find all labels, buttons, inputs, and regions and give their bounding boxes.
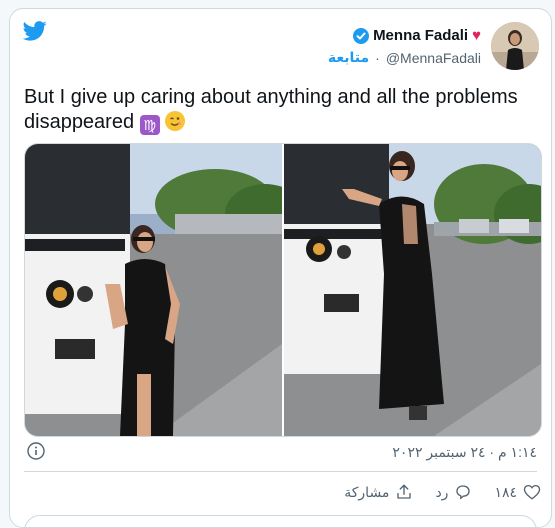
tweet-embed-card: Menna Fadali ♥ متابعة · @MennaFadali But… [9, 8, 552, 528]
avatar[interactable] [491, 22, 539, 70]
reply-bubble-icon [456, 485, 471, 500]
winking-face-emoji-icon [165, 111, 186, 131]
author-display-name: Menna Fadali [373, 27, 469, 44]
reply-button[interactable]: رد [435, 483, 472, 501]
author-handle[interactable]: @MennaFadali [386, 50, 481, 66]
virgo-emoji-icon: ♍ [139, 115, 160, 135]
tweet-actions: ١٨٤ رد مشاركة [344, 483, 541, 501]
share-upload-icon [397, 484, 412, 499]
share-button[interactable]: مشاركة [344, 483, 413, 501]
heart-outline-icon [523, 484, 541, 500]
info-icon[interactable] [27, 442, 45, 460]
follow-button[interactable]: متابعة [328, 49, 369, 66]
tweet-timestamp[interactable]: ١:١٤ م · ٢٤ سبتمبر ٢٠٢٢ [392, 444, 537, 461]
heart-emoji-icon: ♥ [472, 27, 481, 44]
like-count: ١٨٤ [494, 483, 517, 500]
tweet-media[interactable] [24, 143, 542, 437]
tweet-text: But I give up caring about anything and … [24, 85, 534, 135]
tweet-photo-1[interactable] [25, 144, 282, 436]
divider [24, 471, 537, 472]
like-button[interactable]: ١٨٤ [494, 483, 541, 501]
author-name-row[interactable]: Menna Fadali ♥ [353, 27, 481, 44]
twitter-bird-icon[interactable] [23, 21, 47, 41]
tweet-photo-2[interactable] [284, 144, 541, 436]
verified-badge-icon [353, 27, 370, 44]
read-replies-button[interactable] [24, 515, 537, 527]
share-label: مشاركة [344, 483, 390, 500]
handle-row: متابعة · @MennaFadali [328, 49, 481, 66]
tweet-body: But I give up caring about anything and … [24, 86, 518, 133]
separator-dot: · [375, 49, 380, 66]
reply-label: رد [435, 483, 449, 500]
